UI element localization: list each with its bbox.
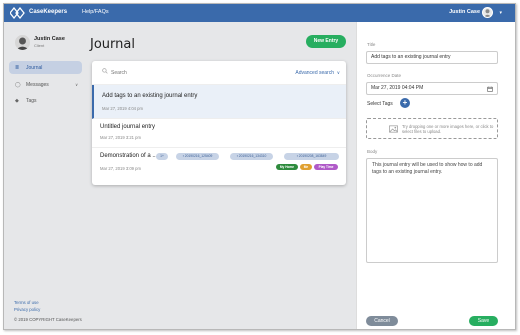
entry-title: Add tags to an existing journal entry	[102, 93, 198, 99]
tag-badge[interactable]: Me	[300, 164, 312, 170]
journal-entry-item[interactable]: Untitled journal entry Mar 27, 2019 3:21…	[92, 119, 346, 148]
title-label: Title	[367, 42, 376, 47]
profile-role: Client	[34, 43, 45, 48]
entry-date: Mar 27, 2019 3:09 pm	[100, 166, 141, 171]
app-window: CaseKeepers Help/FAQs Justin Case ▾ Just…	[3, 3, 516, 330]
occurrence-date-input[interactable]: Mar 27, 2019 04:04 PM	[366, 82, 498, 95]
tag-icon: ◆	[15, 97, 19, 104]
top-bar: CaseKeepers Help/FAQs Justin Case ▾	[4, 4, 515, 22]
attachment-chip[interactable]: ▪ 20190216_125409	[176, 153, 219, 160]
attachment-name: 20190216_134310	[238, 154, 267, 158]
body-textarea[interactable]: This journal entry will be used to show …	[366, 158, 498, 263]
journal-entry-item[interactable]: Add tags to an existing journal entry Ma…	[92, 85, 346, 119]
sidebar-item-label: Messages	[26, 82, 49, 88]
image-icon	[389, 125, 398, 133]
sidebar-item-tags[interactable]: ◆ Tags	[9, 94, 82, 107]
search-icon	[102, 68, 108, 74]
attachments-more-badge[interactable]: 1+	[156, 153, 168, 160]
brand-name[interactable]: CaseKeepers	[29, 9, 67, 15]
sidebar-item-label: Journal	[26, 65, 43, 71]
copyright-text: © 2019 COPYRIGHT CaseKeepers	[14, 317, 82, 322]
image-dropzone[interactable]: Try dropping one or more images here, or…	[366, 118, 498, 139]
entry-date: Mar 27, 2019 4:04 pm	[102, 106, 143, 111]
profile-name: Justin Case	[34, 36, 65, 42]
user-menu-caret-icon[interactable]: ▾	[499, 10, 502, 16]
chevron-down-icon[interactable]: ∨	[337, 70, 340, 76]
attachment-name: 20190208_163849	[298, 154, 327, 158]
entry-title: Demonstration of a ...	[100, 153, 158, 159]
calendar-icon[interactable]	[487, 86, 493, 92]
add-tag-button[interactable]: +	[400, 98, 410, 108]
sidebar-item-journal[interactable]: ≣ Journal	[9, 61, 82, 74]
search-input[interactable]	[111, 68, 251, 77]
journal-list-card: Advanced search ∨ Add tags to an existin…	[92, 61, 346, 185]
sidebar-item-label: Tags	[26, 98, 37, 104]
tag-badge[interactable]: My Home	[276, 164, 298, 170]
advanced-search-link[interactable]: Advanced search	[295, 70, 334, 76]
dropzone-text: Try dropping one or more images here, or…	[402, 124, 494, 134]
occurrence-date-label: Occurrence Date	[367, 73, 402, 78]
terms-of-use-link[interactable]: Terms of use	[14, 300, 39, 305]
entry-editor-panel: Title Add tags to an existing journal en…	[356, 22, 515, 329]
attachment-chip[interactable]: ▪ 20190208_163849	[284, 153, 339, 160]
entry-title: Untitled journal entry	[100, 124, 156, 130]
user-menu-name[interactable]: Justin Case	[449, 9, 480, 15]
new-entry-button[interactable]: New Entry	[306, 35, 346, 48]
journal-icon: ≣	[15, 64, 20, 71]
search-bar: Advanced search ∨	[92, 61, 346, 85]
tag-badge[interactable]: Play Time	[314, 164, 338, 170]
sidebar: Justin Case Client ≣ Journal ◯ Messages …	[4, 22, 84, 329]
privacy-policy-link[interactable]: Privacy policy	[14, 307, 40, 312]
page-title: Journal	[90, 37, 135, 52]
attachment-name: 20190216_125409	[184, 154, 213, 158]
help-faqs-link[interactable]: Help/FAQs	[82, 9, 109, 15]
entry-date: Mar 27, 2019 3:21 pm	[100, 135, 141, 140]
user-avatar[interactable]	[482, 7, 493, 18]
save-button[interactable]: Save	[469, 316, 498, 326]
select-tags-label: Select Tags	[367, 101, 393, 107]
profile-avatar	[15, 35, 30, 50]
casekeepers-logo-icon[interactable]	[10, 7, 26, 19]
title-input[interactable]: Add tags to an existing journal entry	[366, 51, 498, 64]
cancel-button[interactable]: Cancel	[366, 316, 398, 326]
attachment-chip[interactable]: ▪ 20190216_134310	[230, 153, 273, 160]
body-label: Body	[367, 149, 378, 154]
occurrence-date-value: Mar 27, 2019 04:04 PM	[371, 85, 424, 91]
chevron-down-icon: ∨	[75, 82, 78, 87]
journal-entry-item[interactable]: Demonstration of a ... 1+ ▪ 20190216_125…	[92, 148, 346, 185]
chat-icon: ◯	[15, 81, 21, 88]
sidebar-item-messages[interactable]: ◯ Messages ∨	[9, 78, 82, 91]
